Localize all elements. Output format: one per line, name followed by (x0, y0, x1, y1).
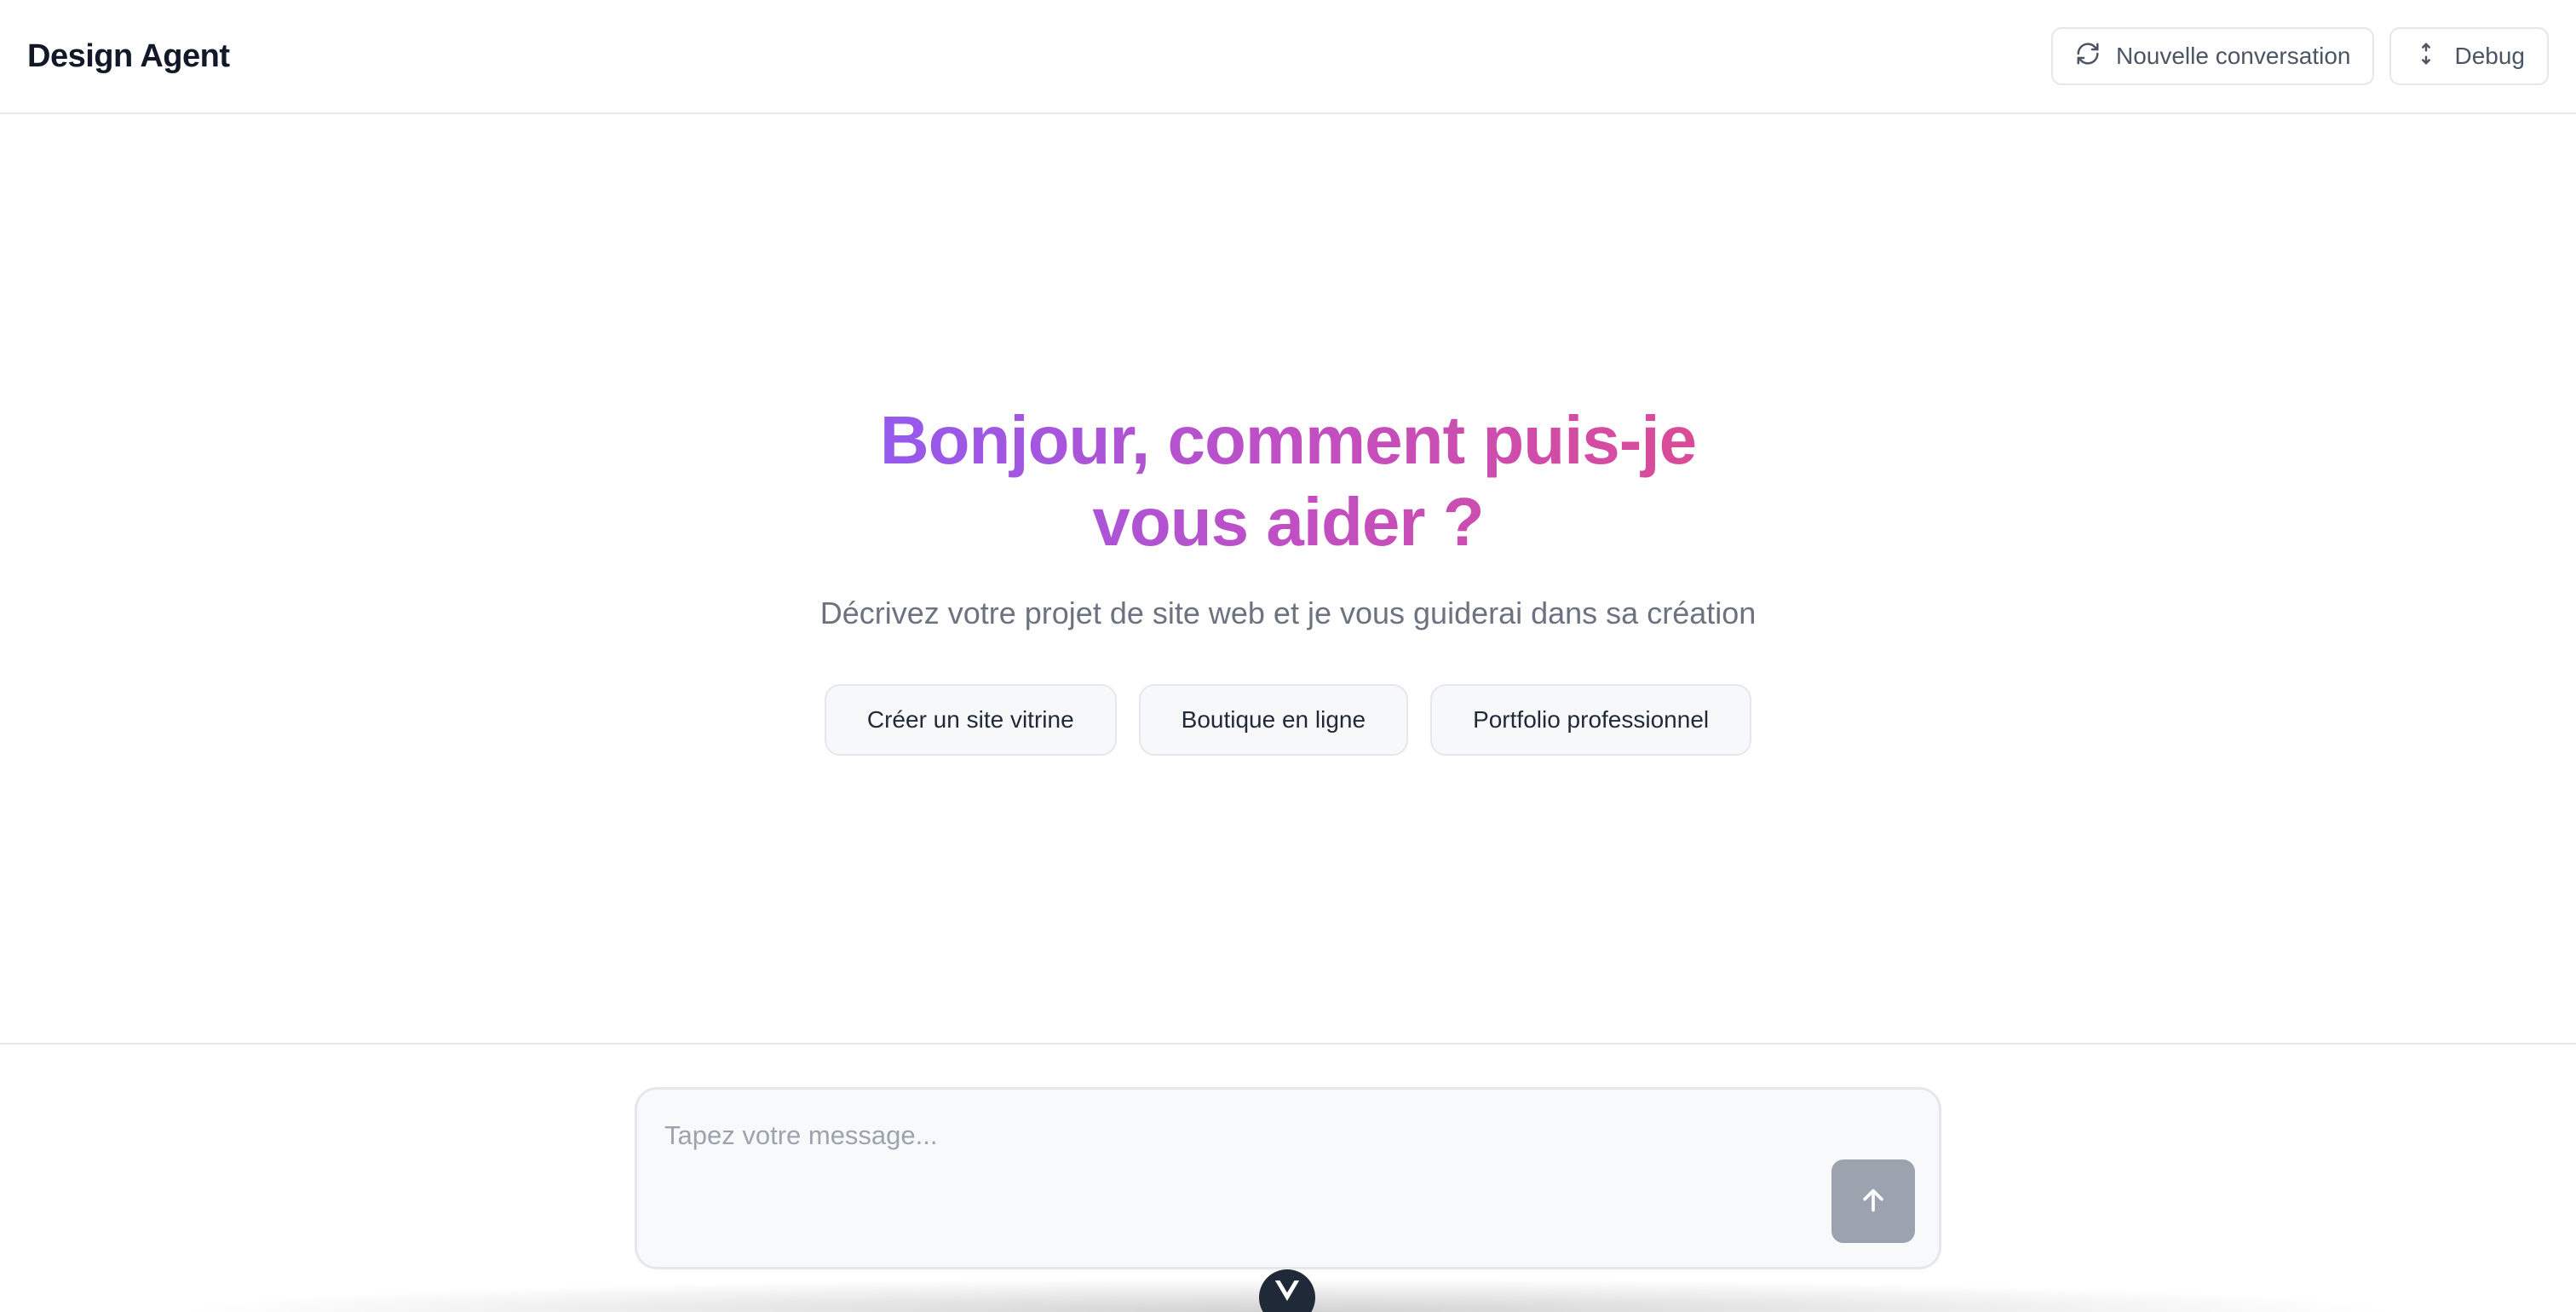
suggestion-list: Créer un site vitrine Boutique en ligne … (824, 684, 1752, 756)
debug-label: Debug (2454, 43, 2525, 69)
message-input[interactable] (664, 1120, 1772, 1171)
suggestion-chip-site-vitrine[interactable]: Créer un site vitrine (824, 684, 1117, 756)
new-conversation-button[interactable]: Nouvelle conversation (2050, 27, 2375, 85)
message-composer (635, 1087, 1941, 1269)
arrow-up-icon (1859, 1186, 1888, 1217)
welcome-title: Bonjour, comment puis-je vous aider ? (794, 400, 1782, 563)
top-header: Design Agent Nouvelle conversation Debug (0, 0, 2576, 114)
welcome-hero: Bonjour, comment puis-je vous aider ? Dé… (0, 114, 2576, 1043)
header-actions: Nouvelle conversation Debug (2050, 27, 2549, 85)
refresh-icon (2075, 41, 2101, 72)
debug-icon (2413, 41, 2439, 72)
suggestion-chip-portfolio[interactable]: Portfolio professionnel (1430, 684, 1752, 756)
debug-button[interactable]: Debug (2389, 27, 2549, 85)
app-window: Design Agent Nouvelle conversation Debug… (0, 0, 2576, 1312)
suggestion-chip-boutique[interactable]: Boutique en ligne (1138, 684, 1409, 756)
vue-devtools-icon (1273, 1278, 1302, 1308)
welcome-subtitle: Décrivez votre projet de site web et je … (819, 596, 1757, 630)
brand-title: Design Agent (27, 37, 230, 74)
send-button[interactable] (1831, 1160, 1915, 1243)
new-conversation-label: Nouvelle conversation (2115, 43, 2351, 69)
